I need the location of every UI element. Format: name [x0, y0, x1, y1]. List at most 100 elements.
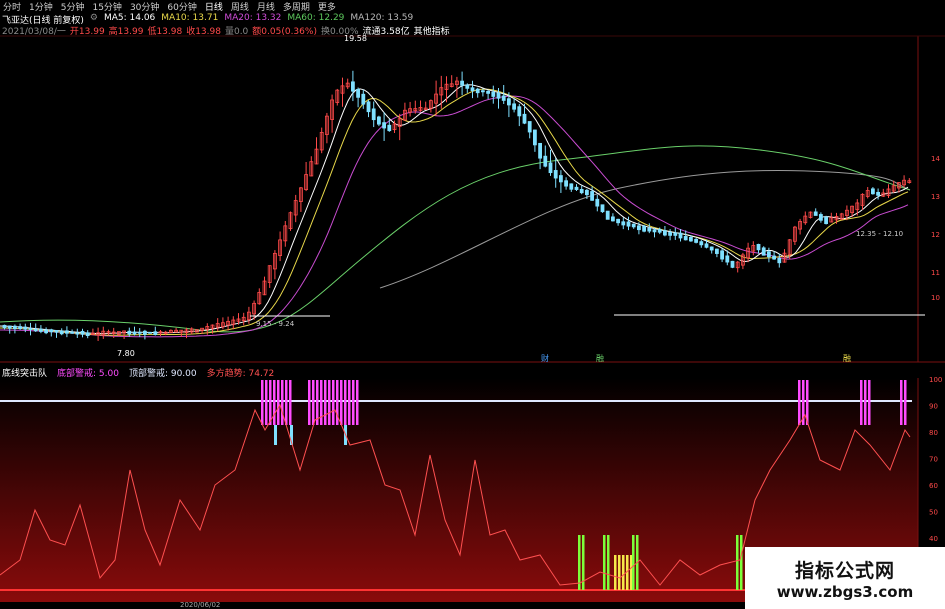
marker-rong-1[interactable]: 融: [596, 353, 604, 363]
candle-body: [44, 329, 48, 334]
candle-body: [215, 323, 220, 328]
indicator-tick-label: 60: [929, 482, 938, 490]
candle-body: [283, 225, 288, 242]
price-tick-label: 12: [931, 231, 940, 239]
tab-more[interactable]: 更多: [318, 0, 336, 13]
signal-bar: [864, 380, 867, 425]
tab-multi-period[interactable]: 多周期: [283, 0, 310, 13]
signal-bar: [868, 380, 871, 425]
candle-body: [439, 87, 444, 96]
candle-body: [226, 320, 231, 326]
candle-body: [480, 90, 485, 93]
candle-body: [637, 225, 641, 231]
settings-icon[interactable]: ⚙: [90, 13, 98, 24]
candle-body: [746, 247, 750, 259]
candle-body: [699, 241, 704, 246]
indicator-title[interactable]: 底线突击队: [2, 366, 47, 379]
tab-1min[interactable]: 1分钟: [29, 0, 53, 13]
candle-body: [782, 252, 787, 263]
signal-bar: [806, 380, 809, 425]
candle-body: [200, 327, 205, 331]
candle-body: [304, 174, 309, 191]
chart-area[interactable]: 1413121110 1009080706050403020 19.58 7.8…: [0, 0, 945, 609]
candle-body: [486, 90, 491, 94]
candle-body: [168, 329, 173, 333]
candle-body: [793, 226, 797, 242]
ma60-value: MA60: 12.29: [287, 13, 345, 23]
candle-body: [205, 326, 210, 330]
other-indicator-link[interactable]: 其他指标: [414, 24, 450, 37]
candle-body: [59, 330, 64, 335]
candle-body: [189, 328, 194, 333]
tab-daily[interactable]: 日线: [205, 0, 223, 13]
candle-body: [621, 221, 626, 226]
candle-body: [683, 235, 688, 241]
tab-monthly[interactable]: 月线: [257, 0, 275, 13]
candle-body: [517, 106, 522, 117]
tab-weekly[interactable]: 周线: [231, 0, 249, 13]
indicator-tick-label: 40: [929, 535, 938, 543]
low-label: 7.80: [117, 349, 135, 358]
signal-bar: [618, 555, 621, 590]
bar-turnover: 换0.00%: [320, 27, 359, 37]
candle-body: [18, 326, 23, 329]
indicator-legend: 底线突击队 底部警戒: 5.00 顶部警戒: 90.00 多方趋势: 74.72: [2, 366, 274, 379]
tab-60min[interactable]: 60分钟: [167, 0, 196, 13]
signal-bar: [582, 535, 585, 590]
tab-intraday[interactable]: 分时: [3, 0, 21, 13]
signal-bar: [312, 380, 315, 425]
candle-body: [501, 95, 506, 101]
signal-bar: [603, 535, 606, 590]
candle-body: [137, 331, 142, 334]
candle-body: [865, 190, 870, 197]
signal-bar: [356, 380, 359, 425]
candle-body: [496, 92, 501, 99]
candle-body: [787, 239, 792, 255]
candle-body: [767, 251, 771, 258]
candle-body: [631, 223, 636, 228]
marker-cai[interactable]: 财: [541, 353, 549, 363]
candle-body: [174, 329, 179, 333]
candle-body: [798, 221, 802, 230]
bar-volume: 量0.0: [224, 27, 249, 37]
candle-body: [626, 221, 631, 227]
candle-body: [127, 330, 132, 335]
candle-body: [808, 211, 813, 218]
candle-body: [194, 329, 199, 333]
candle-body: [569, 183, 574, 190]
candle-body: [142, 330, 147, 335]
ma10-value: MA10: 13.71: [161, 13, 219, 23]
candle-body: [543, 155, 548, 167]
candle-body: [709, 246, 714, 251]
candle-body: [231, 319, 236, 325]
candle-body: [236, 318, 241, 322]
candle-body: [533, 129, 537, 146]
ma5-value: MA5: 14.06: [103, 13, 156, 23]
candle-body: [96, 332, 100, 336]
tab-5min[interactable]: 5分钟: [61, 0, 85, 13]
candle-body: [28, 328, 33, 330]
candle-body: [65, 330, 69, 334]
signal-bar: [798, 380, 801, 425]
price-tick-label: 11: [931, 269, 940, 277]
candle-body: [246, 311, 251, 320]
candle-body: [39, 328, 43, 332]
candle-body: [491, 91, 496, 97]
candle-body: [860, 193, 865, 206]
bar-open: 开13.99: [69, 27, 105, 37]
tab-15min[interactable]: 15分钟: [92, 0, 121, 13]
signal-bar: [336, 380, 339, 425]
candle-body: [49, 329, 54, 333]
signal-bar: [328, 380, 331, 425]
candle-body: [772, 255, 776, 260]
indicator-tick-label: 100: [929, 376, 942, 384]
candle-body: [324, 115, 329, 135]
stock-name[interactable]: 飞亚达(日线 前复权): [2, 13, 84, 26]
price-tick-label: 14: [931, 155, 940, 163]
signal-bar: [316, 380, 319, 425]
tab-30min[interactable]: 30分钟: [130, 0, 159, 13]
marker-rong-2[interactable]: 融: [843, 353, 851, 363]
candle-body: [33, 328, 38, 332]
signal-bar: [740, 535, 743, 590]
candle-body: [309, 161, 314, 177]
